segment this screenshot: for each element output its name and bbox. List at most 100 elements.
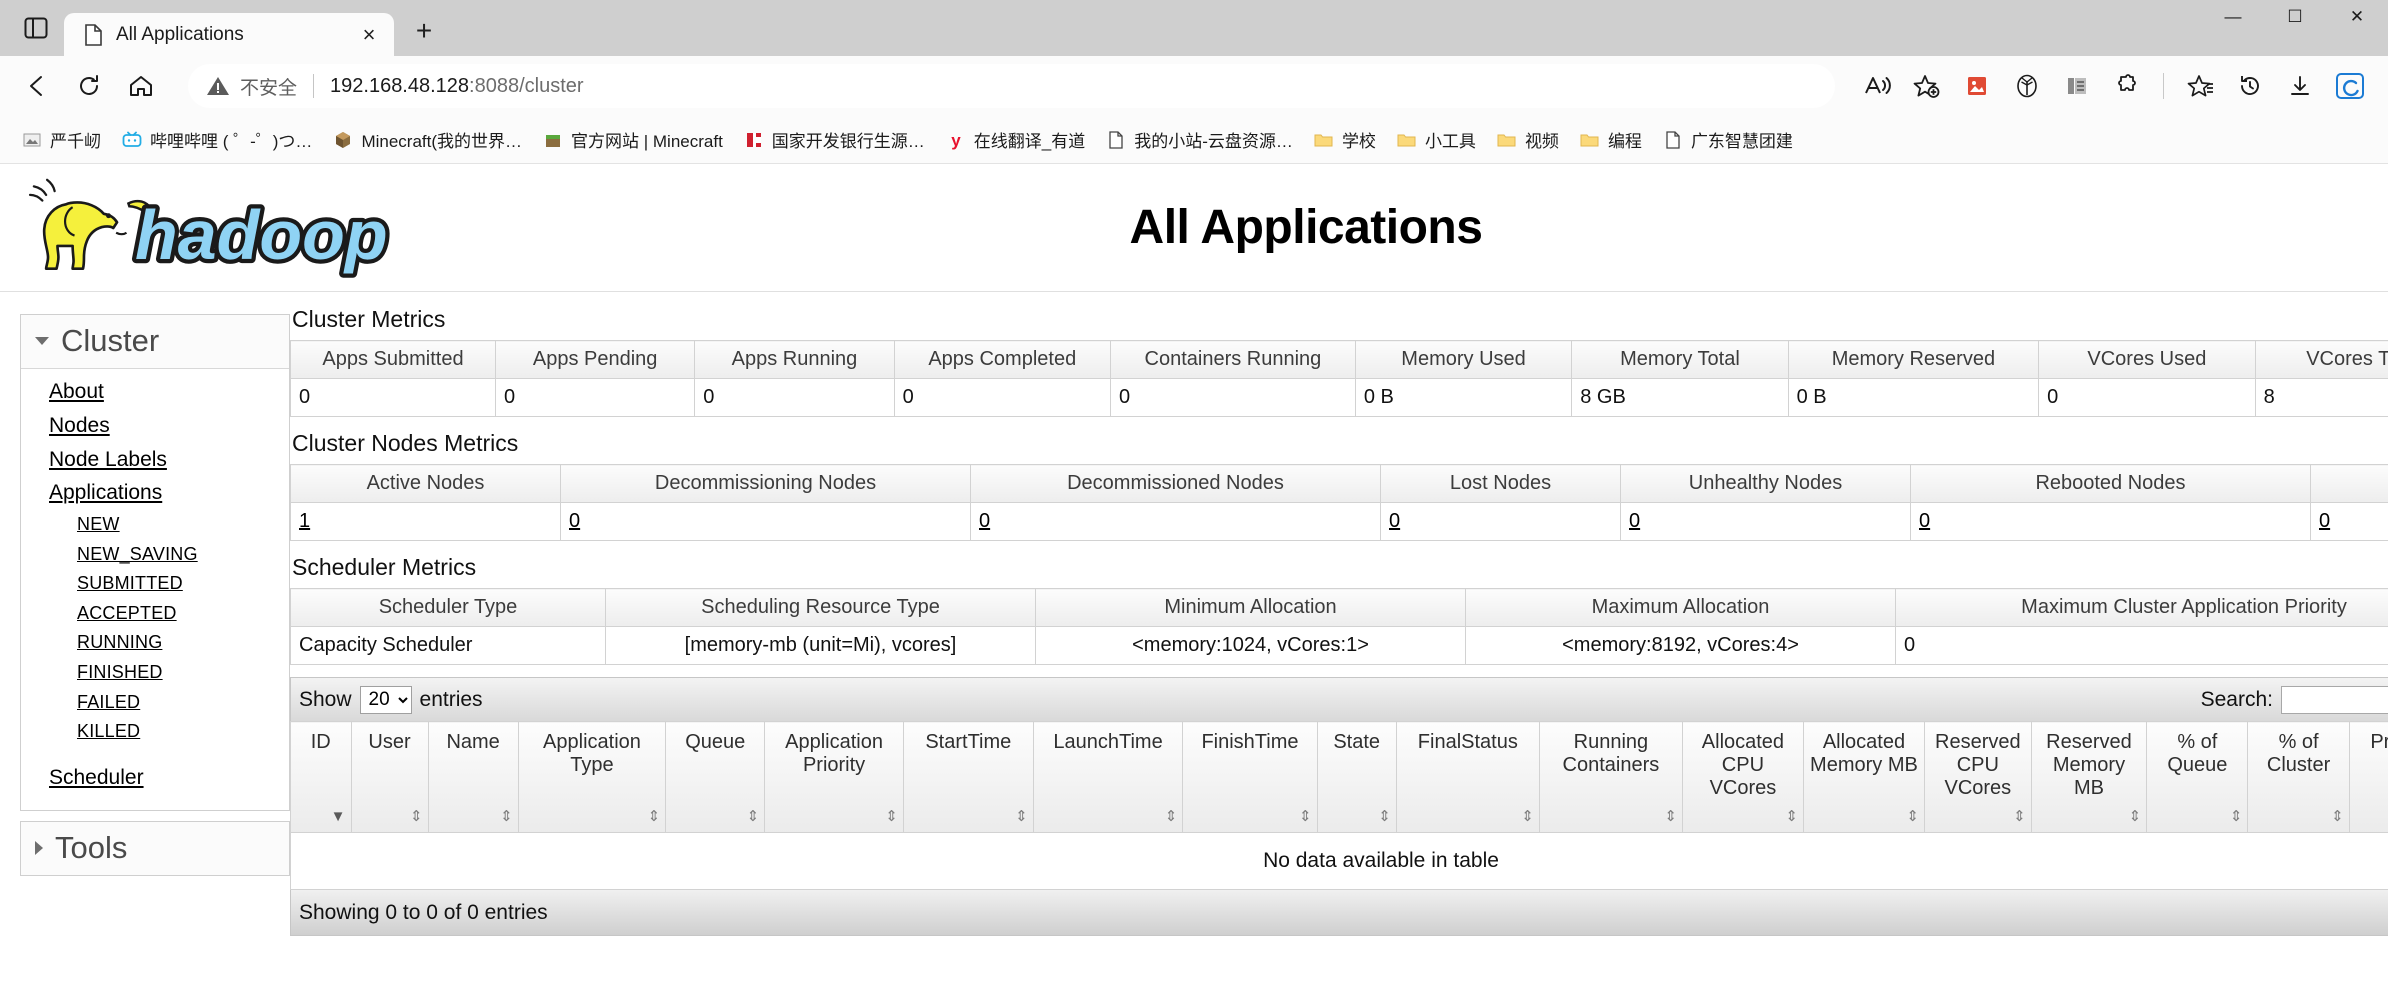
bookmark-folder[interactable]: 学校 [1304,122,1385,157]
sidebar-cluster-header[interactable]: Cluster [21,315,289,369]
image-tool-icon[interactable] [1953,63,2001,109]
collections-icon[interactable] [2053,63,2101,109]
downloads-icon[interactable] [2276,63,2324,109]
back-button[interactable] [14,63,60,109]
address-bar[interactable]: 不安全 192.168.48.128:8088/cluster [188,64,1835,108]
sidebar-item-new-saving[interactable]: NEW_SAVING [21,540,198,570]
decommissioned-nodes-link[interactable]: 0 [979,510,990,532]
add-favorite-icon[interactable] [1903,63,1951,109]
lost-nodes-link[interactable]: 0 [1389,510,1400,532]
col-application-priority[interactable]: Application Priority⇕ [765,722,904,833]
bookmark-folder[interactable]: 视频 [1487,122,1568,157]
extensions-icon[interactable] [2103,63,2151,109]
col-reserved-memory-mb[interactable]: Reserved Memory MB⇕ [2031,722,2147,833]
sort-icon: ⇕ [2230,809,2243,824]
sidebar-item-accepted[interactable]: ACCEPTED [21,599,177,629]
bookmark-folder[interactable]: 编程 [1570,122,1651,157]
col-percent-of-queue[interactable]: % of Queue⇕ [2147,722,2248,833]
cell-unhealthy-nodes[interactable]: 0 [1621,503,1911,541]
col-name[interactable]: Name⇕ [428,722,518,833]
col-queue[interactable]: Queue⇕ [666,722,765,833]
sidebar-item-nodes[interactable]: Nodes [21,409,110,443]
maximize-button[interactable]: ☐ [2264,0,2326,34]
sidebar-item-new[interactable]: NEW [21,510,120,540]
not-secure-warning-icon[interactable] [206,75,230,97]
sidebar-item-killed[interactable]: KILLED [21,717,140,747]
unhealthy-nodes-link[interactable]: 0 [1629,510,1640,532]
cell-rebooted-nodes[interactable]: 0 [1911,503,2311,541]
col-launchtime[interactable]: LaunchTime⇕ [1033,722,1183,833]
tab-actions-button[interactable] [8,0,64,56]
browser-tab[interactable]: All Applications × [64,13,394,57]
search-input[interactable] [2281,686,2388,714]
col-decommissioned-nodes: Decommissioned Nodes [971,465,1381,503]
tree-extension-icon[interactable] [2003,63,2051,109]
cell-decommissioned-nodes[interactable]: 0 [971,503,1381,541]
bookmarks-bar: 严千屻 哔哩哔哩 ( ゜-゜)つ… Minecraft(我的世界… 官方网站 |… [0,116,2388,164]
col-allocated-memory-mb-label: Allocated Memory MB [1810,731,1918,776]
show-label: Show [299,688,352,712]
datatable-info: Showing 0 to 0 of 0 entries [299,901,548,925]
history-icon[interactable] [2226,63,2274,109]
sidebar-item-submitted[interactable]: SUBMITTED [21,569,183,599]
col-reserved-cpu-vcores[interactable]: Reserved CPU VCores⇕ [1924,722,2031,833]
close-icon[interactable]: × [354,20,384,50]
rebooted-nodes-link[interactable]: 0 [1919,510,1930,532]
svg-text:y: y [951,131,961,150]
bookmark-item[interactable]: 我的小站-云盘资源… [1096,122,1302,157]
bookmark-item[interactable]: 官方网站 | Minecraft [533,122,732,157]
new-tab-button[interactable]: + [402,9,446,53]
col-running-containers[interactable]: Running Containers⇕ [1539,722,1682,833]
col-percent-of-cluster[interactable]: % of Cluster⇕ [2248,722,2349,833]
sidebar-item-about[interactable]: About [21,375,104,409]
minimize-button[interactable]: — [2202,0,2264,34]
bookmark-item[interactable]: 哔哩哔哩 ( ゜-゜)つ… [112,122,321,157]
edge-profile-icon[interactable] [2326,63,2374,109]
col-allocated-memory-mb[interactable]: Allocated Memory MB⇕ [1803,722,1924,833]
cell-nodes-extra[interactable]: 0 [2311,503,2388,541]
col-progress[interactable]: Progress⇕ [2349,722,2388,833]
col-nodes-extra [2311,465,2388,503]
sidebar-panel-tools: Tools [20,821,290,876]
bookmark-label: 严千屻 [50,127,101,152]
bookmark-item[interactable]: y 在线翻译_有道 [936,122,1094,157]
sidebar-item-running[interactable]: RUNNING [21,628,162,658]
table-header-row: ID▼ User⇕ Name⇕ Application Type⇕ Queue⇕… [291,722,2388,833]
close-window-button[interactable]: ✕ [2326,0,2388,34]
page-length-select[interactable]: 20 [360,686,412,714]
col-application-type[interactable]: Application Type⇕ [518,722,665,833]
hadoop-logo[interactable]: hadoop hadoop [14,176,474,280]
home-button[interactable] [118,63,164,109]
cell-active-nodes[interactable]: 1 [291,503,561,541]
active-nodes-link[interactable]: 1 [299,510,310,532]
read-aloud-icon[interactable] [1853,63,1901,109]
col-id[interactable]: ID▼ [291,722,352,833]
bookmark-item[interactable]: 广东智慧团建 [1653,122,1802,157]
decommissioning-nodes-link[interactable]: 0 [569,510,580,532]
sidebar-item-scheduler[interactable]: Scheduler [21,761,144,795]
sidebar-item-node-labels[interactable]: Node Labels [21,443,167,477]
bookmark-item[interactable]: 严千屻 [12,122,110,157]
col-finishtime[interactable]: FinishTime⇕ [1183,722,1317,833]
cell-maximum-allocation: <memory:8192, vCores:4> [1466,627,1896,665]
reload-button[interactable] [66,63,112,109]
sidebar-tools-header[interactable]: Tools [21,822,289,875]
bookmark-folder[interactable]: 小工具 [1387,122,1485,157]
col-allocated-cpu-vcores[interactable]: Allocated CPU VCores⇕ [1682,722,1803,833]
minecraft-block-icon [332,129,354,151]
col-finalstatus[interactable]: FinalStatus⇕ [1396,722,1539,833]
favorites-icon[interactable] [2176,63,2224,109]
sidebar-item-applications[interactable]: Applications [21,476,162,510]
bookmark-item[interactable]: 国家开发银行生源… [734,122,934,157]
sidebar-item-failed[interactable]: FAILED [21,688,140,718]
sidebar-item-finished[interactable]: FINISHED [21,658,163,688]
cell-lost-nodes[interactable]: 0 [1381,503,1621,541]
col-memory-reserved: Memory Reserved [1788,341,2039,379]
nodes-extra-link[interactable]: 0 [2319,510,2330,532]
col-state[interactable]: State⇕ [1317,722,1396,833]
bookmark-item[interactable]: Minecraft(我的世界… [323,122,531,157]
col-application-priority-label: Application Priority [785,731,883,776]
col-user[interactable]: User⇕ [351,722,428,833]
col-starttime[interactable]: StartTime⇕ [903,722,1033,833]
cell-decommissioning-nodes[interactable]: 0 [561,503,971,541]
